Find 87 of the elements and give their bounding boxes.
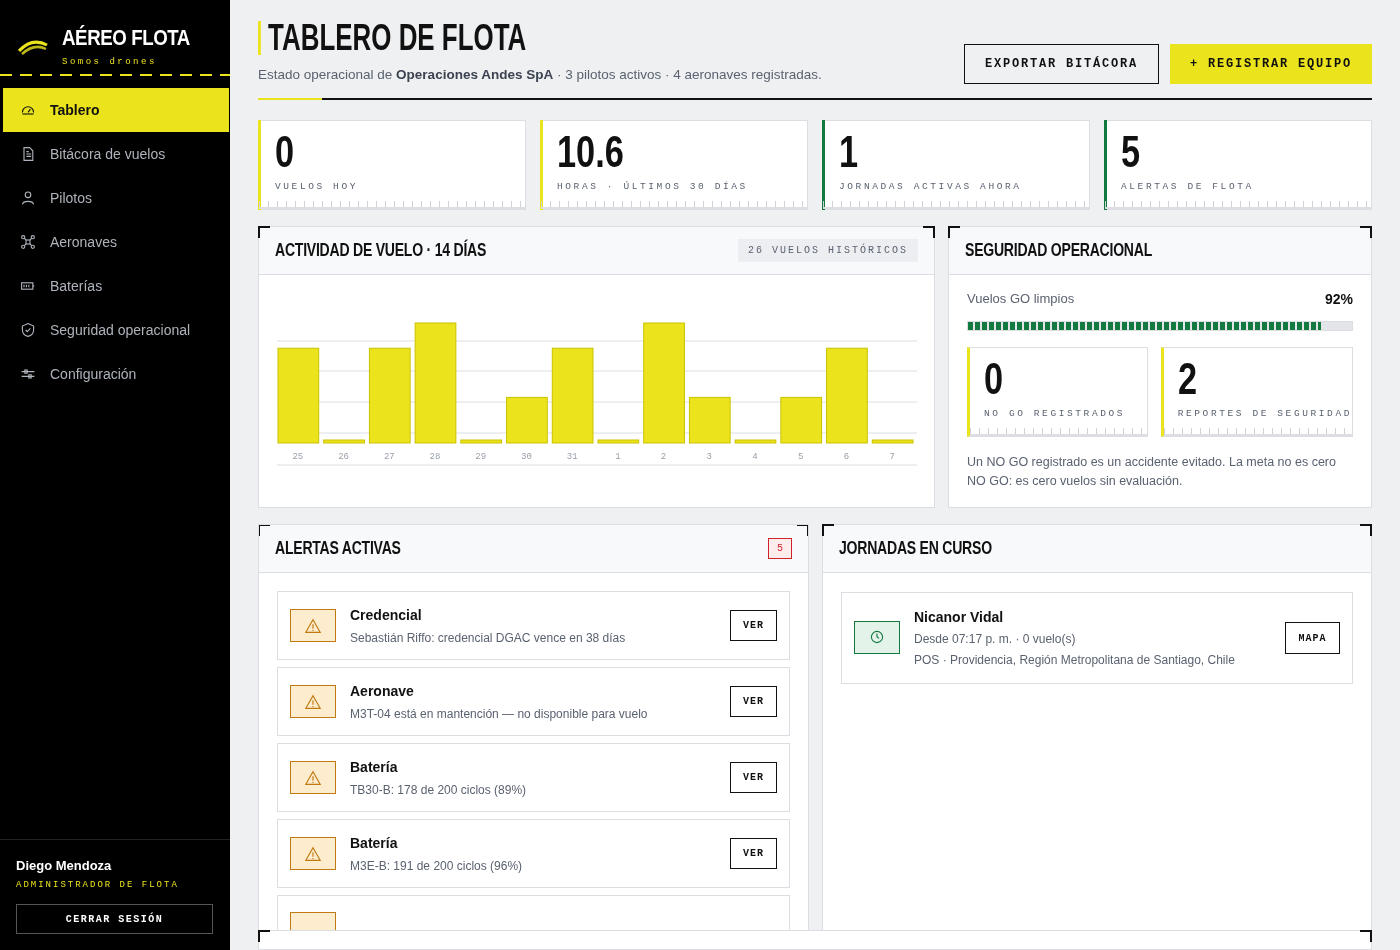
shift-time: Desde 07:17 p. m. · 0 vuelo(s)	[914, 632, 1077, 646]
stat-label: NO GO REGISTRADOS	[984, 408, 1127, 419]
flights-badge: 26 VUELOS HISTÓRICOS	[737, 239, 918, 262]
warning-icon	[304, 768, 322, 787]
brand-name: AÉREO FLOTA	[62, 25, 190, 51]
nav-item[interactable]: Seguridad operacional	[3, 308, 229, 352]
alert-detail: Sebastián Riffo: credencial DGAC vence en 38 días	[350, 630, 627, 645]
axis-label: 31	[566, 452, 578, 462]
stat-label: VUELOS HOY	[275, 181, 359, 192]
logout-button[interactable]: CERRAR SESIÓN	[16, 904, 213, 934]
meter-reading: 92%	[1324, 291, 1353, 307]
panel-title: ACTIVIDAD DE VUELO · 14 DÍAS	[275, 240, 487, 261]
axis-label: 26	[338, 452, 349, 462]
view-button[interactable]: VER	[730, 838, 777, 869]
axis-label: 28	[429, 452, 441, 462]
brand-tagline: Somos drones	[62, 57, 158, 67]
chart-bar	[323, 439, 365, 444]
axis-label: 7	[889, 452, 895, 462]
clock-icon	[870, 630, 884, 644]
axis-label: 27	[383, 452, 395, 462]
chart-bar	[780, 396, 823, 444]
chart-bar	[734, 439, 777, 444]
drone-icon	[20, 234, 36, 250]
view-button[interactable]: VER	[730, 610, 777, 641]
axis-label: 30	[521, 452, 532, 462]
axis-label: 6	[843, 452, 850, 462]
stat-value: 0	[984, 354, 1005, 404]
panel-title: JORNADAS EN CURSO	[839, 538, 992, 559]
nav-item[interactable]: Aeronaves	[3, 220, 229, 264]
sliders-icon	[20, 366, 36, 382]
view-button[interactable]: VER	[730, 762, 777, 793]
stat-value: 0	[275, 127, 296, 177]
pilot-name: Nicanor Vidal	[914, 609, 1005, 625]
stat-value: 1	[839, 127, 860, 177]
axis-label: 29	[475, 452, 487, 462]
alert-title: Batería	[350, 758, 399, 775]
alert-count: 5	[768, 538, 792, 559]
stat-label: HORAS · ÚLTIMOS 30 DÍAS	[557, 181, 749, 192]
nav-item[interactable]: Configuración	[3, 352, 229, 396]
map-button[interactable]: MAPA	[1285, 622, 1340, 654]
page-subtitle: Estado operacional de Operaciones Andes SpA · 3 pilotos activos · 4 aeronaves registradas.	[258, 67, 822, 82]
stat-value: 10.6	[557, 127, 625, 177]
warning-icon	[304, 692, 322, 711]
corner-bracket	[1360, 930, 1372, 942]
nav-item[interactable]: Tablero	[3, 88, 229, 132]
chart-bar	[460, 439, 503, 444]
stat-value: 5	[1121, 127, 1142, 177]
alert-title: Batería	[350, 834, 399, 851]
axis-label: 3	[706, 452, 712, 462]
axis-label: 2	[660, 452, 667, 462]
meter-label: Vuelos GO limpios	[967, 291, 1075, 307]
safety-note: Un NO GO registrado es un accidente evitado. La meta no es cero NO GO: es cero vuelos sin evaluación.	[967, 454, 1337, 490]
stat-value: 2	[1177, 354, 1198, 404]
nav-item[interactable]: Pilotos	[3, 176, 229, 220]
chart-bar	[506, 396, 548, 444]
axis-label: 5	[798, 452, 804, 462]
page-title: TABLERO DE FLOTA	[258, 21, 664, 55]
axis-label: 1	[615, 452, 621, 462]
axis-label: 25	[292, 452, 304, 462]
chart-bar	[871, 439, 914, 444]
corner-bracket	[258, 930, 270, 942]
nav-item[interactable]: Baterías	[3, 264, 229, 308]
person-icon	[20, 190, 36, 206]
alert-title: Aeronave	[350, 682, 415, 699]
export-button[interactable]: EXPORTAR BITÁCORA	[963, 44, 1159, 84]
warning-icon	[304, 844, 322, 863]
alert-detail: M3E-B: 191 de 200 ciclos (96%)	[350, 858, 524, 873]
alert-title: Credencial	[350, 606, 423, 623]
shift-position: POS · Providencia, Región Metropolitana de Santiago, Chile	[914, 653, 1236, 667]
stat-label: ALERTAS DE FLOTA	[1121, 181, 1255, 192]
nav-item[interactable]: Bitácora de vuelos	[3, 132, 229, 176]
register-button[interactable]: + REGISTRAR EQUIPO	[1169, 44, 1372, 84]
alert-detail: TB30-B: 178 de 200 ciclos (89%)	[350, 782, 528, 797]
panel-title: SEGURIDAD OPERACIONAL	[965, 240, 1152, 261]
stat-label: REPORTES DE SEGURIDAD	[1177, 408, 1352, 419]
user-name: Diego Mendoza	[16, 858, 113, 873]
panel-title: ALERTAS ACTIVAS	[275, 538, 401, 559]
warning-icon	[304, 616, 322, 635]
alert-detail: M3T-04 está en mantención — no disponible para vuelo	[350, 706, 649, 721]
stat-label: JORNADAS ACTIVAS AHORA	[839, 181, 1023, 192]
document-icon	[20, 146, 36, 162]
shield-icon	[20, 322, 36, 338]
chart-bar	[597, 439, 640, 444]
axis-label: 4	[752, 452, 758, 462]
user-role: ADMINISTRADOR DE FLOTA	[16, 880, 180, 890]
view-button[interactable]: VER	[730, 686, 777, 717]
chart-bar	[688, 396, 731, 444]
